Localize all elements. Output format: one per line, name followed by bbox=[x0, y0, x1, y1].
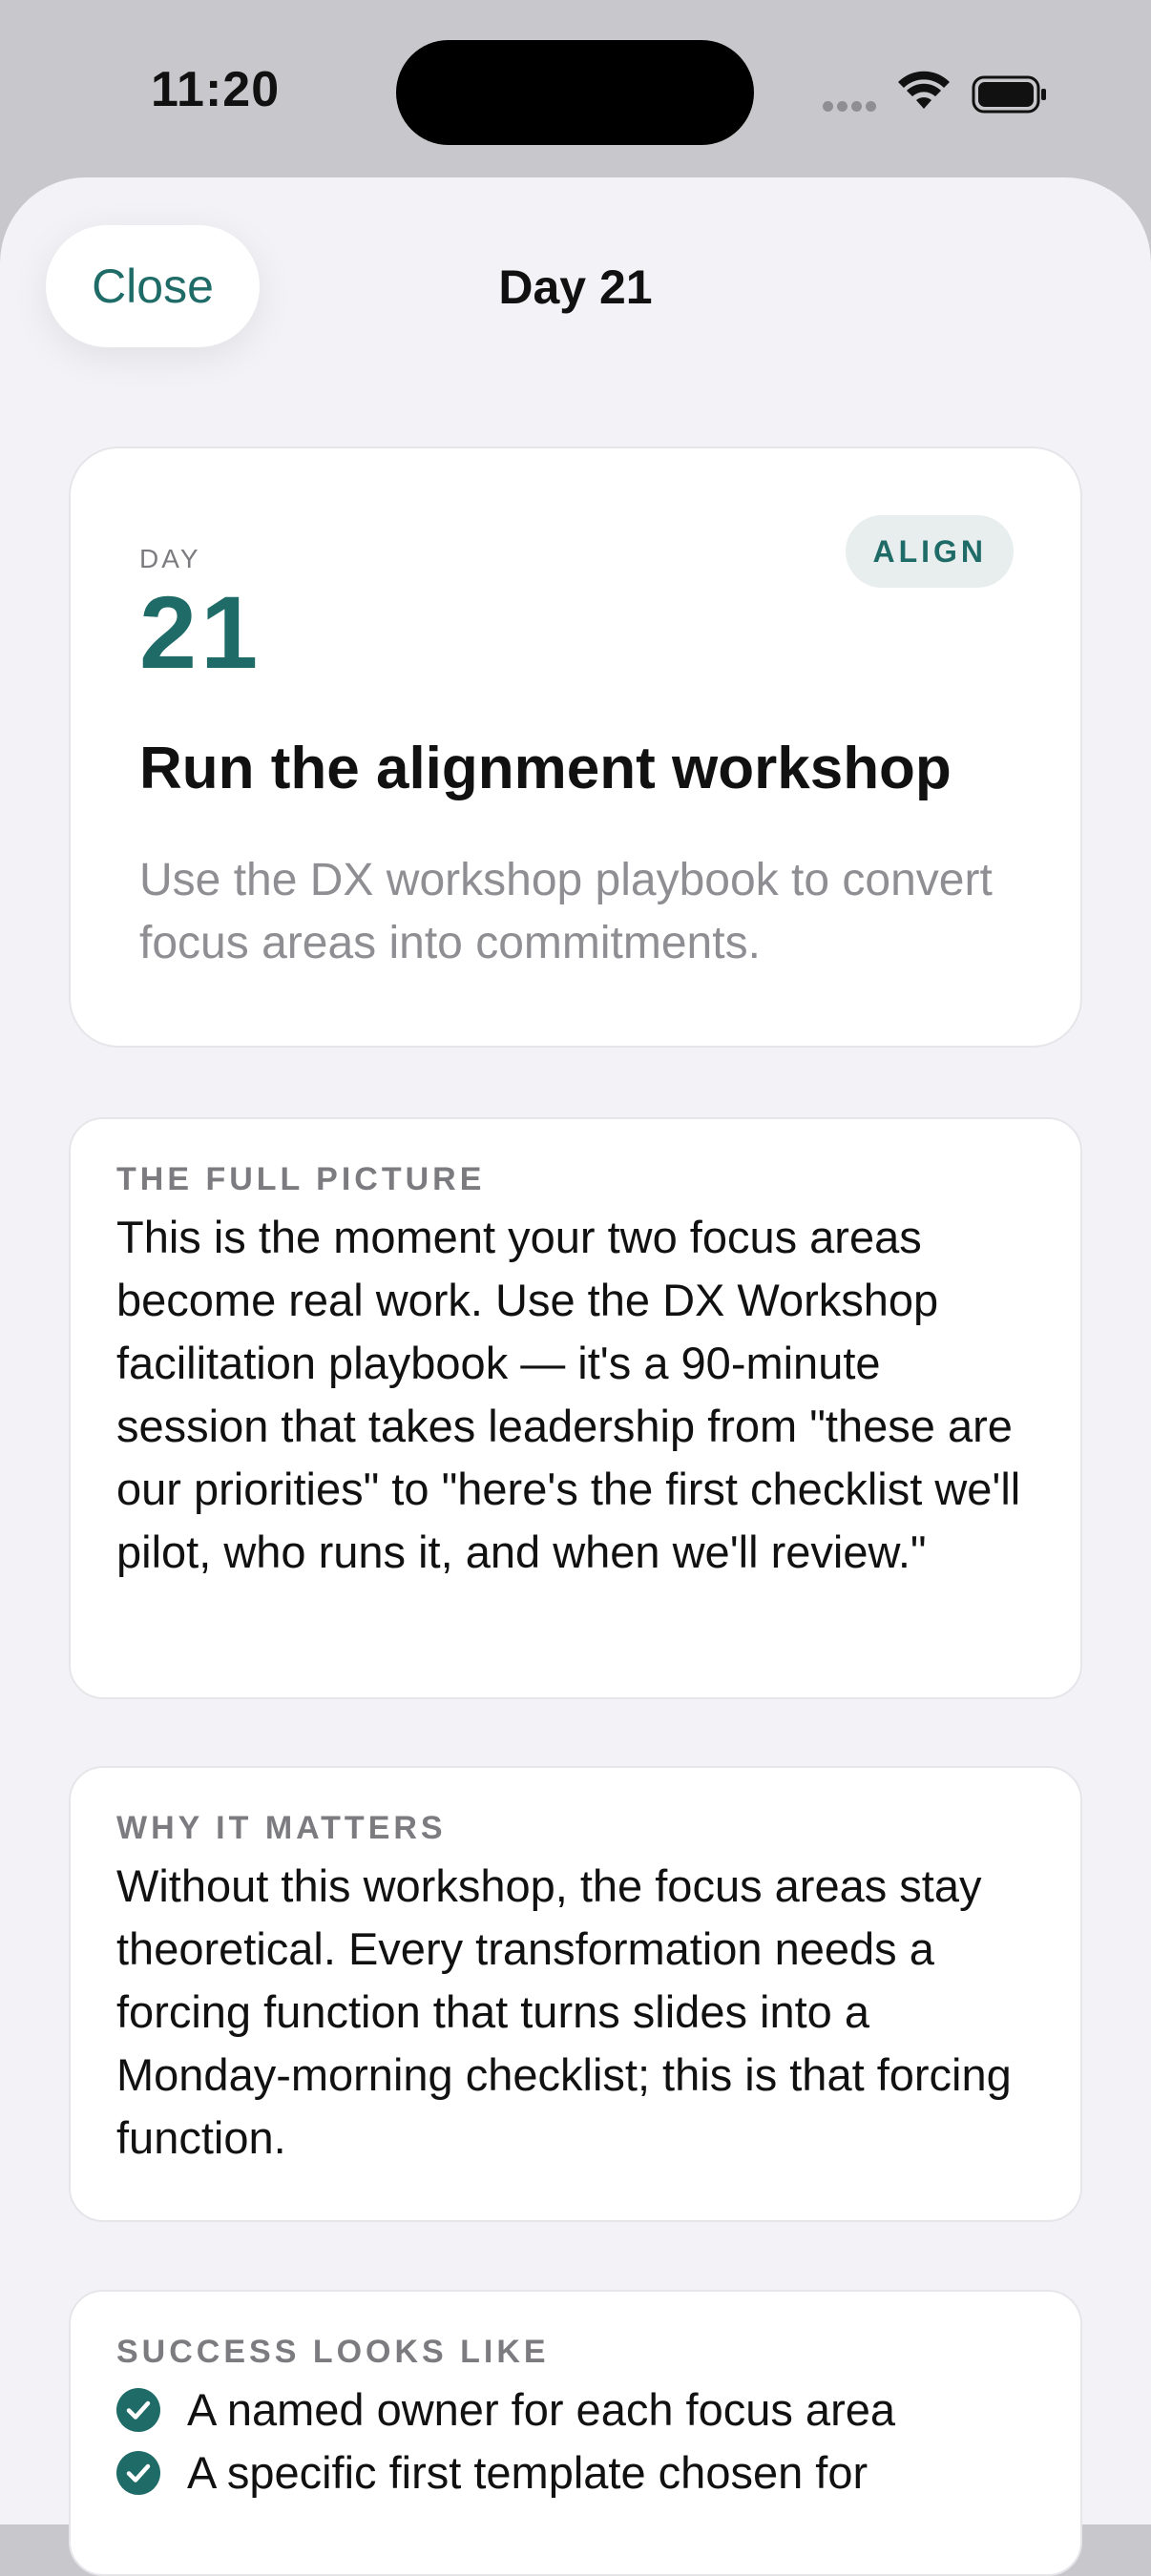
why-it-matters-card: WHY IT MATTERS Without this workshop, th… bbox=[69, 1766, 1082, 2222]
full-picture-label: THE FULL PICTURE bbox=[116, 1161, 486, 1197]
phase-badge: ALIGN bbox=[846, 515, 1014, 588]
day-summary-card: DAY 21 ALIGN Run the alignment workshop … bbox=[69, 447, 1082, 1048]
day-detail-sheet: Close Day 21 DAY 21 ALIGN Run the alignm… bbox=[0, 177, 1151, 2576]
checkmark-circle-icon bbox=[116, 2451, 160, 2495]
status-time: 11:20 bbox=[151, 62, 281, 117]
day-number: 21 bbox=[139, 574, 262, 690]
full-picture-card: THE FULL PICTURE This is the moment your… bbox=[69, 1117, 1082, 1699]
task-description: Use the DX workshop playbook to convert … bbox=[139, 855, 993, 968]
dynamic-island bbox=[396, 40, 754, 145]
full-picture-text: This is the moment your two focus areas … bbox=[116, 1212, 1021, 1577]
day-label: DAY bbox=[139, 544, 201, 573]
checkmark-circle-icon bbox=[116, 2388, 160, 2432]
nav-title: Day 21 bbox=[498, 260, 653, 314]
cellular-signal-icon bbox=[823, 99, 882, 113]
success-item-text: A named owner for each focus area bbox=[187, 2384, 895, 2435]
success-item-text: A specific first template chosen for bbox=[187, 2447, 868, 2498]
success-card: SUCCESS LOOKS LIKE A named owner for eac… bbox=[69, 2290, 1082, 2576]
why-it-matters-text: Without this workshop, the focus areas s… bbox=[116, 1860, 1012, 2163]
task-title: Run the alignment workshop bbox=[139, 736, 952, 801]
success-label: SUCCESS LOOKS LIKE bbox=[116, 2334, 550, 2370]
status-bar: 11:20 bbox=[0, 0, 1151, 181]
success-item: A specific first template chosen for bbox=[116, 2441, 1035, 2504]
why-it-matters-label: WHY IT MATTERS bbox=[116, 1810, 447, 1846]
wifi-icon bbox=[898, 71, 950, 109]
battery-icon bbox=[972, 75, 1046, 114]
success-item: A named owner for each focus area bbox=[116, 2379, 1035, 2441]
